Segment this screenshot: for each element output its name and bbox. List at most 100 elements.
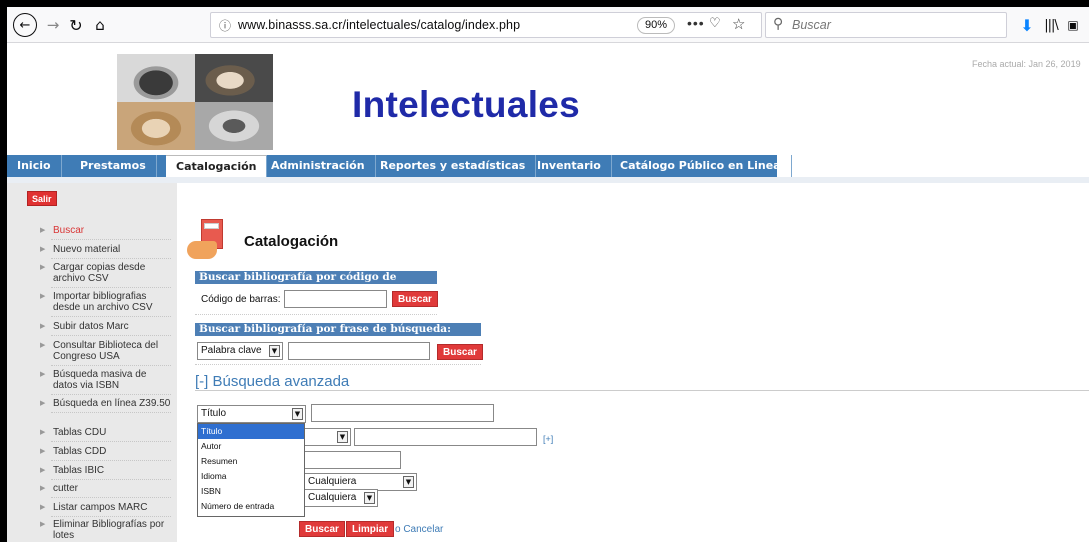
chevron-down-icon: ▼	[364, 492, 375, 504]
sidebar-item-tablas-ibic[interactable]: ▶ Tablas IBIC	[40, 465, 171, 480]
main-nav: Inicio Prestamos Catalogación Administra…	[7, 155, 1089, 177]
dropdown-option[interactable]: Número de entrada	[198, 499, 304, 514]
advanced-term-input-1[interactable]	[311, 404, 494, 422]
phrase-search-button[interactable]: Buscar	[437, 344, 483, 360]
browser-search-placeholder[interactable]: Buscar	[792, 18, 831, 32]
tab-catalogacion[interactable]: Catalogación	[166, 155, 268, 177]
bookmark-star-icon[interactable]: ☆	[732, 15, 745, 33]
add-row-link[interactable]: [+]	[543, 434, 553, 444]
site-title: Intelectuales	[352, 84, 581, 125]
advanced-search-toggle[interactable]: [-] Búsqueda avanzada	[195, 373, 349, 390]
bullet-icon: ▶	[40, 292, 46, 300]
advanced-field-select-1[interactable]: Título ▼	[197, 405, 306, 423]
library-icon[interactable]: |||\	[1041, 13, 1061, 37]
sidebar-item-cutter[interactable]: ▶ cutter	[40, 483, 171, 498]
tab-inicio[interactable]: Inicio	[7, 155, 62, 177]
sidebar-item-z3950[interactable]: ▶ Búsqueda en línea Z39.50	[40, 398, 171, 413]
logout-button[interactable]: Salir	[27, 191, 57, 206]
advanced-term-input-3[interactable]	[304, 451, 401, 469]
page-actions-icon[interactable]: •••	[687, 15, 705, 31]
clear-button[interactable]: Limpiar	[346, 521, 395, 537]
sidebar-item-label: Tablas CDD	[53, 446, 107, 457]
barcode-input[interactable]	[284, 290, 387, 308]
portrait-1	[117, 54, 195, 102]
sidebar-item-label: Tablas IBIC	[53, 465, 105, 476]
page-title: Catalogación	[244, 233, 339, 250]
sidebar: Salir ▶ Buscar ▶ Nuevo material ▶ Cargar…	[7, 183, 177, 542]
cancel-link[interactable]: o Cancelar	[395, 524, 443, 535]
phrase-search-heading: Buscar bibliografía por frase de búsqued…	[195, 323, 481, 336]
sidebar-item-buscar[interactable]: ▶ Buscar	[40, 225, 171, 240]
divider	[195, 314, 437, 315]
barcode-label: Código de barras:	[201, 294, 281, 305]
sidebar-item-nuevo-material[interactable]: ▶ Nuevo material	[40, 244, 171, 259]
sidebar-item-tablas-cdd[interactable]: ▶ Tablas CDD	[40, 446, 171, 461]
dropdown-option[interactable]: Título	[198, 424, 304, 439]
forward-arrow-icon[interactable]: →	[43, 13, 63, 37]
advanced-divider	[195, 390, 1089, 391]
bullet-icon: ▶	[40, 341, 46, 349]
sidebar-item-label: Búsqueda en línea Z39.50	[53, 398, 171, 409]
phrase-type-select[interactable]: Palabra clave ▼	[197, 342, 283, 360]
chevron-down-icon: ▼	[269, 345, 280, 357]
portrait-3	[117, 102, 195, 150]
bullet-icon: ▶	[40, 263, 46, 271]
bullet-icon: ▶	[40, 503, 46, 511]
advanced-term-input-2[interactable]	[354, 428, 537, 446]
sidebar-item-label: cutter	[53, 483, 79, 494]
advanced-any-select-2[interactable]: Cualquiera ▼	[304, 489, 378, 507]
address-bar[interactable]: ⓘ www.binasss.sa.cr/intelectuales/catalo…	[210, 12, 762, 38]
sidebar-item-importar-bibliografias[interactable]: ▶ Importar bibliografias desde un archiv…	[40, 291, 171, 317]
barcode-search-heading: Buscar bibliografía por código de barras…	[195, 271, 437, 296]
search-icon: ⚲	[773, 16, 784, 32]
any-select-value: Cualquiera	[308, 492, 357, 503]
home-icon[interactable]: ⌂	[89, 13, 111, 37]
dropdown-option[interactable]: Autor	[198, 439, 304, 454]
sidebar-item-tablas-cdu[interactable]: ▶ Tablas CDU	[40, 427, 171, 442]
sidebar-item-cargar-copias[interactable]: ▶ Cargar copias desde archivo CSV	[40, 262, 171, 288]
tab-catalogo-publico[interactable]: Catálogo Público en Linea	[610, 155, 792, 177]
barcode-search-button[interactable]: Buscar	[392, 291, 438, 307]
browser-window: ← → ↻ ⌂ ⓘ www.binasss.sa.cr/intelectuale…	[7, 7, 1089, 542]
url-text[interactable]: www.binasss.sa.cr/intelectuales/catalog/…	[238, 18, 520, 32]
browser-toolbar: ← → ↻ ⌂ ⓘ www.binasss.sa.cr/intelectuale…	[7, 7, 1089, 43]
tab-reportes[interactable]: Reportes y estadísticas	[370, 155, 537, 177]
zoom-level-badge[interactable]: 90%	[637, 17, 676, 34]
download-icon[interactable]: ⬇	[1017, 13, 1037, 37]
dropdown-option[interactable]: Resumen	[198, 454, 304, 469]
field-dropdown-list[interactable]: Título Autor Resumen Idioma ISBN Número …	[197, 423, 305, 517]
sidebar-item-consultar-congreso[interactable]: ▶ Consultar Biblioteca del Congreso USA	[40, 340, 171, 366]
intellectuals-portraits-image	[117, 54, 273, 150]
divider	[195, 364, 481, 365]
phrase-input[interactable]	[288, 342, 430, 360]
sidebar-item-label: Buscar	[53, 225, 85, 236]
site-info-icon[interactable]: ⓘ	[219, 17, 231, 34]
pocket-icon[interactable]: ♡	[709, 16, 721, 31]
bullet-icon: ▶	[40, 245, 46, 253]
dropdown-option[interactable]: Idioma	[198, 469, 304, 484]
sidebar-item-eliminar-lotes[interactable]: ▶ Eliminar Bibliografías por lotes	[40, 519, 171, 542]
sidebar-toggle-icon[interactable]: ▣	[1063, 13, 1083, 37]
advanced-search-button[interactable]: Buscar	[299, 521, 345, 537]
sidebar-item-subir-marc[interactable]: ▶ Subir datos Marc	[40, 321, 171, 336]
tab-administracion[interactable]: Administración	[261, 155, 376, 177]
advanced-field-select-2[interactable]: ▼	[304, 428, 351, 446]
catalog-book-icon	[187, 219, 225, 261]
back-arrow-icon[interactable]: ←	[13, 13, 37, 37]
bullet-icon: ▶	[40, 226, 46, 234]
sidebar-item-listar-marc[interactable]: ▶ Listar campos MARC	[40, 502, 171, 517]
tab-inventario[interactable]: Inventario	[527, 155, 612, 177]
browser-search-bar[interactable]: ⚲ Buscar	[765, 12, 1007, 38]
sidebar-item-label: Listar campos MARC	[53, 502, 148, 513]
any-select-value: Cualquiera	[308, 476, 357, 487]
reload-icon[interactable]: ↻	[65, 13, 87, 37]
tab-prestamos[interactable]: Prestamos	[70, 155, 157, 177]
sidebar-item-busqueda-isbn[interactable]: ▶ Búsqueda masiva de datos via ISBN	[40, 369, 171, 395]
dropdown-option[interactable]: ISBN	[198, 484, 304, 499]
advanced-field-value: Título	[201, 408, 227, 419]
portrait-2	[195, 54, 273, 102]
sidebar-item-label: Nuevo material	[53, 244, 121, 255]
sidebar-item-label: Búsqueda masiva de datos via ISBN	[53, 369, 147, 391]
portrait-4	[195, 102, 273, 150]
sidebar-item-label: Subir datos Marc	[53, 321, 129, 332]
